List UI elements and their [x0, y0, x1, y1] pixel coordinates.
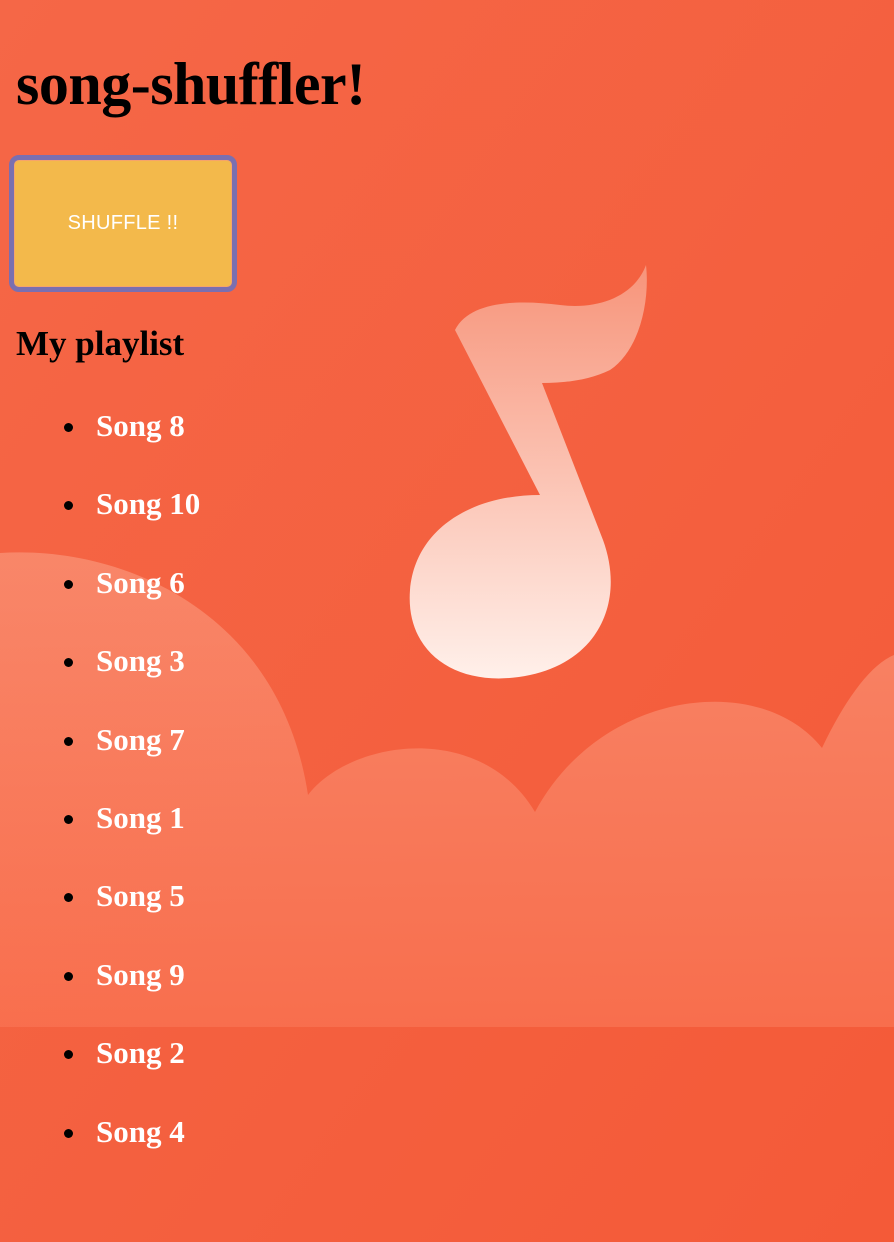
playlist-heading: My playlist: [16, 324, 185, 363]
song-label: Song 4: [96, 1113, 185, 1149]
song-label: Song 6: [96, 564, 185, 600]
page-title: song-shuffler!: [16, 51, 366, 117]
shuffle-button[interactable]: SHUFFLE !!: [9, 155, 237, 292]
song-label: Song 5: [96, 878, 185, 914]
song-label: Song 2: [96, 1035, 185, 1071]
bullet-icon: [64, 971, 73, 981]
song-label: Song 8: [96, 408, 185, 443]
bullet-icon: [64, 736, 73, 746]
bullet-icon: [64, 579, 73, 589]
song-label: Song 9: [96, 956, 185, 992]
song-label: Song 1: [96, 799, 185, 835]
song-label: Song 3: [96, 643, 185, 679]
bullet-icon: [64, 814, 73, 824]
song-label: Song 7: [96, 721, 185, 757]
song-label: Song 10: [96, 486, 201, 522]
bullet-icon: [64, 1128, 73, 1138]
bullet-icon: [64, 423, 73, 432]
